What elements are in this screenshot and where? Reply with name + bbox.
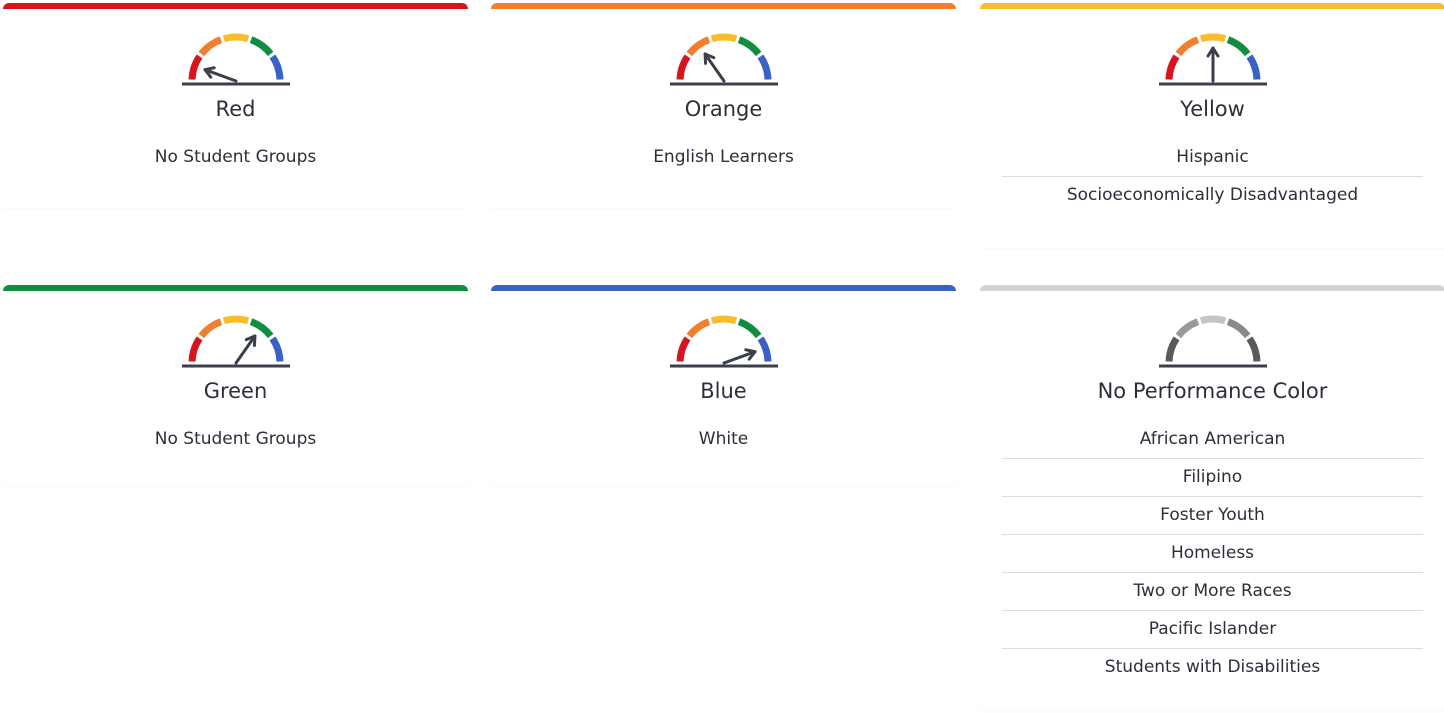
- gauge-segment: [188, 54, 203, 80]
- list-item: Filipino: [1002, 459, 1423, 497]
- list-item: White: [698, 429, 749, 449]
- gauge-segment: [756, 54, 771, 80]
- gauge-segment: [676, 54, 691, 80]
- gauge-segment: [1165, 54, 1180, 80]
- card-orange: Orange English Learners: [491, 3, 956, 208]
- gauge-segment: [756, 336, 771, 362]
- gauge-segment: [222, 33, 249, 43]
- list-item: Homeless: [1002, 535, 1423, 573]
- gauge-segment: [198, 36, 222, 57]
- gauge-segment: [1245, 336, 1260, 362]
- group-list: African American Filipino Foster Youth H…: [1002, 421, 1423, 686]
- gauge-segment: [1175, 36, 1199, 57]
- gauge-segment: [710, 33, 737, 43]
- group-list: White: [513, 421, 934, 458]
- group-list: No Student Groups: [25, 421, 446, 458]
- gauge-segment: [188, 336, 203, 362]
- group-list: Hispanic Socioeconomically Disadvantaged: [1002, 139, 1423, 214]
- gauge-segment: [222, 315, 249, 325]
- gauge-segment: [686, 318, 710, 339]
- status-label: Red: [215, 97, 256, 121]
- gauge-segment: [1175, 318, 1199, 339]
- gauge-blue-icon: [669, 315, 778, 368]
- list-item: English Learners: [653, 147, 794, 167]
- gauge-segment: [686, 36, 710, 57]
- group-list: English Learners: [513, 139, 934, 176]
- status-label: Blue: [700, 379, 747, 403]
- card-yellow: Yellow Hispanic Socioeconomically Disadv…: [980, 3, 1444, 248]
- gauge-segment: [737, 318, 761, 339]
- status-label: Orange: [684, 97, 763, 121]
- status-label: No Performance Color: [1097, 379, 1328, 403]
- gauge-green-icon: [181, 315, 290, 368]
- status-label: Yellow: [1180, 97, 1245, 121]
- gauge-segment: [1199, 33, 1226, 43]
- gauge-yellow-icon: [1158, 33, 1267, 86]
- gauge-segment: [1245, 54, 1260, 80]
- gauge-segment: [249, 318, 273, 339]
- list-item: Students with Disabilities: [1104, 657, 1321, 677]
- gauge-segment: [268, 54, 283, 80]
- gauge-segment: [249, 36, 273, 57]
- gauge-segment: [1165, 336, 1180, 362]
- list-item: Pacific Islander: [1002, 611, 1423, 649]
- gauge-segment: [198, 318, 222, 339]
- list-item: Hispanic: [1002, 139, 1423, 177]
- card-green: Green No Student Groups: [3, 285, 468, 485]
- gauge-segment: [1226, 36, 1250, 57]
- gauge-segment: [1226, 318, 1250, 339]
- gauge-orange-icon: [669, 33, 778, 86]
- status-label: Green: [203, 379, 268, 403]
- list-item: African American: [1002, 421, 1423, 459]
- group-list: No Student Groups: [25, 139, 446, 176]
- list-item: No Student Groups: [154, 429, 317, 449]
- card-no-color: No Performance Color African American Fi…: [980, 285, 1444, 710]
- gauge-red-icon: [181, 33, 290, 86]
- card-red: Red No Student Groups: [3, 3, 468, 208]
- gauge-segment: [1199, 315, 1226, 325]
- list-item: Socioeconomically Disadvantaged: [1066, 185, 1359, 205]
- gauge-segment: [676, 336, 691, 362]
- gauge-segment: [710, 315, 737, 325]
- list-item: No Student Groups: [154, 147, 317, 167]
- list-item: Two or More Races: [1002, 573, 1423, 611]
- gauge-gray-icon: [1158, 315, 1267, 368]
- gauge-segment: [268, 336, 283, 362]
- list-item: Foster Youth: [1002, 497, 1423, 535]
- gauge-segment: [737, 36, 761, 57]
- card-blue: Blue White: [491, 285, 956, 485]
